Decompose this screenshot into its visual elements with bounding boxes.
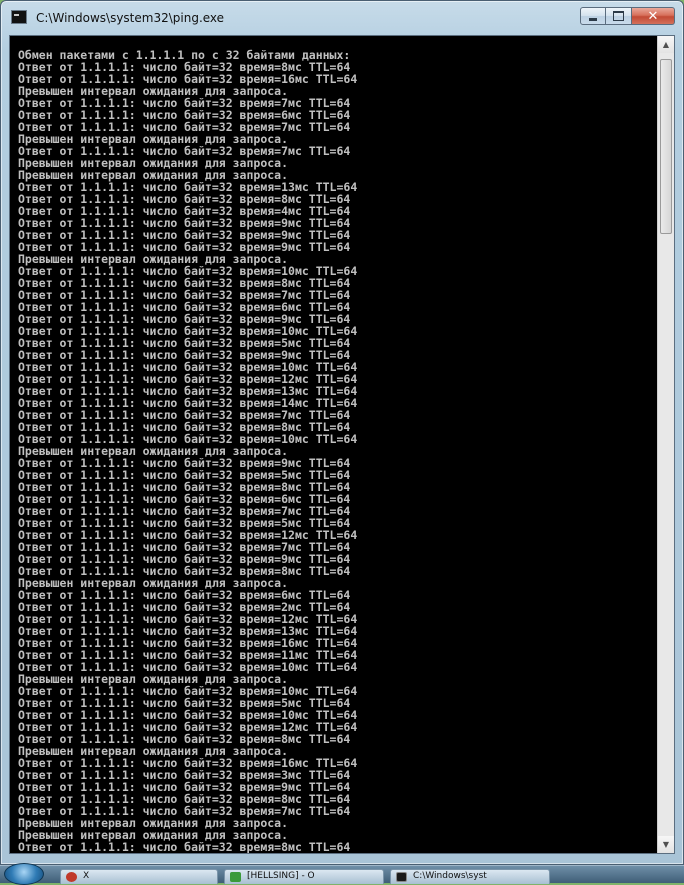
scroll-down-button[interactable]: ▼ bbox=[658, 836, 674, 853]
taskbar-item-opera[interactable]: Х bbox=[60, 869, 218, 884]
taskbar-item-utorrent[interactable]: [HELLSING] - О bbox=[224, 869, 384, 884]
taskbar-item-console[interactable]: C:\Windows\syst bbox=[390, 869, 550, 884]
scroll-up-button[interactable]: ▲ bbox=[658, 36, 674, 53]
close-icon: ✕ bbox=[647, 8, 659, 24]
maximize-icon bbox=[613, 11, 624, 21]
console-app-icon[interactable] bbox=[11, 10, 27, 24]
utorrent-icon bbox=[230, 872, 241, 882]
scroll-thumb[interactable] bbox=[660, 59, 672, 235]
minimize-icon bbox=[589, 17, 597, 21]
taskbar: Х [HELLSING] - О C:\Windows\syst bbox=[0, 863, 684, 885]
title-bar[interactable]: C:\Windows\system32\ping.exe ✕ bbox=[1, 1, 683, 35]
console-line: Ответ от 1.1.1.1: число байт=32 время=8м… bbox=[18, 840, 351, 853]
vertical-scrollbar[interactable]: ▲ ▼ bbox=[657, 36, 674, 853]
window-title: C:\Windows\system32\ping.exe bbox=[36, 11, 225, 25]
console-icon bbox=[396, 872, 407, 882]
arrow-up-icon: ▲ bbox=[662, 40, 670, 49]
maximize-button[interactable] bbox=[606, 7, 632, 25]
console-window: C:\Windows\system32\ping.exe ✕ Обмен пак… bbox=[0, 0, 684, 865]
opera-icon bbox=[66, 872, 77, 882]
start-button[interactable] bbox=[4, 863, 44, 885]
taskbar-item-label: [HELLSING] - О bbox=[247, 871, 315, 881]
close-button[interactable]: ✕ bbox=[632, 7, 675, 25]
taskbar-item-label: Х bbox=[83, 871, 90, 881]
window-controls: ✕ bbox=[580, 7, 675, 27]
console-output[interactable]: Обмен пакетами с 1.1.1.1 по с 32 байтами… bbox=[9, 35, 675, 854]
console-text: Обмен пакетами с 1.1.1.1 по с 32 байтами… bbox=[18, 49, 666, 853]
taskbar-item-label: C:\Windows\syst bbox=[413, 871, 487, 881]
minimize-button[interactable] bbox=[580, 7, 606, 25]
arrow-down-icon: ▼ bbox=[662, 840, 670, 849]
